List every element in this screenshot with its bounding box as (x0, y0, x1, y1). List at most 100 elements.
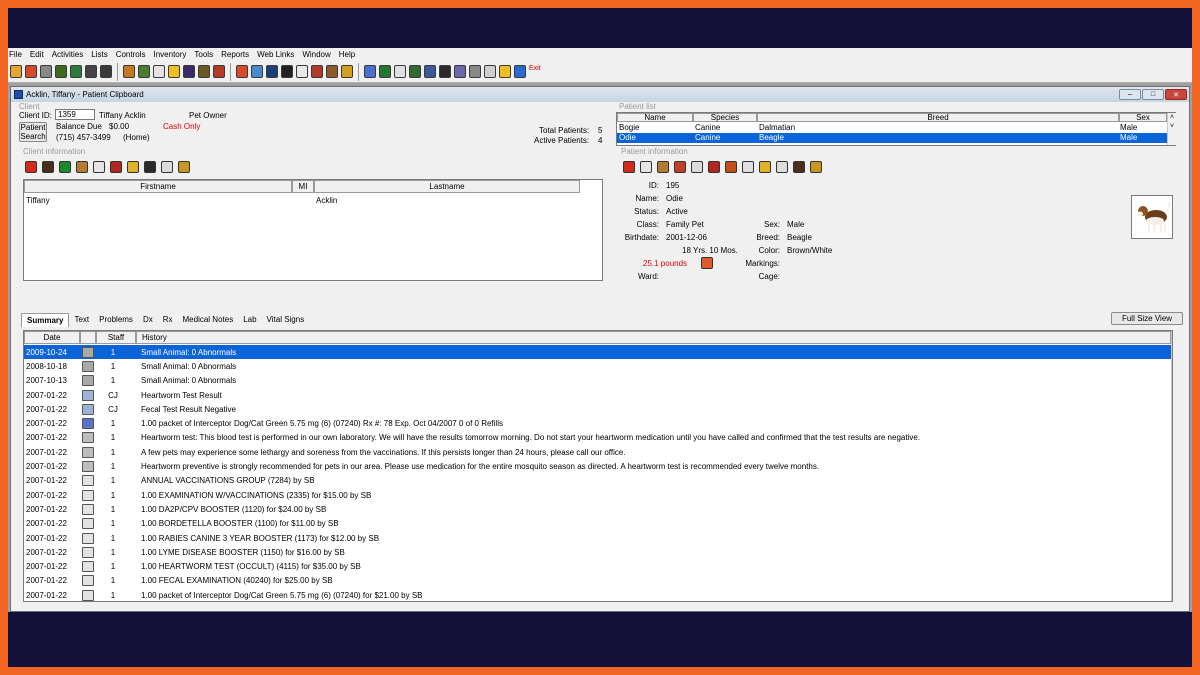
lastname-header[interactable]: Lastname (314, 180, 580, 193)
patient-list-row[interactable]: Odie Canine Beagle Male (617, 133, 1167, 143)
menu-controls[interactable]: Controls (116, 50, 146, 59)
notes-icon[interactable] (810, 161, 822, 173)
menu-reports[interactable]: Reports (221, 50, 249, 59)
name-header[interactable]: Name (617, 113, 693, 122)
patient-photo[interactable] (1131, 195, 1173, 239)
reminder-icon[interactable] (127, 161, 139, 173)
calculator-icon[interactable] (691, 161, 703, 173)
money-icon[interactable] (70, 65, 82, 78)
home-icon[interactable] (708, 161, 720, 173)
ledger-icon[interactable] (793, 161, 805, 173)
find-icon[interactable] (100, 65, 112, 78)
history-row[interactable]: 2007-01-22 1 1.00 LYME DISEASE BOOSTER (11… (24, 545, 1171, 559)
history-row[interactable]: 2007-10-13 1 Small Animal: 0 Abnormals (24, 374, 1171, 388)
species-header[interactable]: Species (693, 113, 757, 122)
history-row[interactable]: 2007-01-22 1 1.00 EXAMINATION W/VACCINATIO… (24, 488, 1171, 502)
new-icon[interactable] (10, 65, 22, 78)
menu-file[interactable]: File (9, 50, 22, 59)
stack-icon[interactable] (454, 65, 466, 78)
report-icon[interactable] (161, 161, 173, 173)
calculator-icon[interactable] (93, 161, 105, 173)
document-icon[interactable] (153, 65, 165, 78)
history-row[interactable]: 2007-01-22 1 A few pets may experience som… (24, 445, 1171, 459)
tab-problems[interactable]: Problems (94, 313, 138, 327)
glasses-icon[interactable] (281, 65, 293, 78)
tag-icon[interactable] (55, 65, 67, 78)
spreadsheet-icon[interactable] (409, 65, 421, 78)
money-icon[interactable] (59, 161, 71, 173)
mi-header[interactable]: MI (292, 180, 314, 193)
history-row[interactable]: 2007-01-22 1 1.00 BORDETELLA BOOSTER (1100… (24, 517, 1171, 531)
folder-icon[interactable] (123, 65, 135, 78)
close-button[interactable]: ✕ (1165, 89, 1187, 100)
client-lastname[interactable]: Acklin (316, 196, 337, 205)
history-row[interactable]: 2007-01-22 1 1.00 DA2P/CPV BOOSTER (1120) … (24, 502, 1171, 516)
camera-icon[interactable] (439, 65, 451, 78)
history-scrollbar[interactable] (1171, 331, 1172, 601)
tab-dx[interactable]: Dx (138, 313, 158, 327)
printer-icon[interactable] (424, 65, 436, 78)
patient-list-row[interactable]: Bogie Canine Dalmatian Male (617, 123, 1167, 133)
history-row[interactable]: 2007-01-22 1 Heartworm test: This blood te… (24, 431, 1171, 445)
search-icon[interactable] (469, 65, 481, 78)
notes-icon[interactable] (364, 65, 376, 78)
link-icon[interactable] (138, 65, 150, 78)
history-row[interactable]: 2007-01-22 1 ANNUAL VACCINATIONS GROUP (72… (24, 474, 1171, 488)
menu-lists[interactable]: Lists (91, 50, 107, 59)
help-icon[interactable] (499, 65, 511, 78)
flask-icon[interactable] (198, 65, 210, 78)
history-row[interactable]: 2007-01-22 CJ Fecal Test Result Negative (24, 402, 1171, 416)
tab-text[interactable]: Text (69, 313, 94, 327)
breed-header[interactable]: Breed (757, 113, 1119, 122)
check-icon[interactable] (236, 65, 248, 78)
menu-tools[interactable]: Tools (194, 50, 213, 59)
patient-list-scrollbar[interactable]: ˄ ˅ (1167, 113, 1176, 145)
history-header[interactable]: History (136, 331, 1171, 344)
ledger-icon[interactable] (42, 161, 54, 173)
menu-inventory[interactable]: Inventory (154, 50, 187, 59)
history-row[interactable]: 2007-01-22 1 1.00 packet of Interceptor Do… (24, 588, 1171, 601)
scissors-icon[interactable] (40, 65, 52, 78)
history-row[interactable]: 2007-01-22 CJ Heartworm Test Result (24, 388, 1171, 402)
medicine-icon[interactable] (85, 65, 97, 78)
medication-icon[interactable] (725, 161, 737, 173)
menu-help[interactable]: Help (339, 50, 355, 59)
history-row[interactable]: 2007-01-22 1 Heartworm preventive is stron… (24, 459, 1171, 473)
trophy-icon[interactable] (341, 65, 353, 78)
book-icon[interactable] (266, 65, 278, 78)
client-firstname[interactable]: Tiffany (26, 196, 50, 205)
document-icon[interactable] (742, 161, 754, 173)
reminder-icon[interactable] (759, 161, 771, 173)
alert-icon[interactable] (25, 161, 37, 173)
maximize-button[interactable]: □ (1142, 89, 1164, 100)
menu-web-links[interactable]: Web Links (257, 50, 294, 59)
lab-icon[interactable] (674, 161, 686, 173)
type-header[interactable] (80, 331, 96, 344)
tab-lab[interactable]: Lab (238, 313, 261, 327)
firstname-header[interactable]: Firstname (24, 180, 292, 193)
globe-icon[interactable] (514, 65, 526, 78)
full-size-view-button[interactable]: Full Size View (1111, 312, 1183, 325)
tab-vital-signs[interactable]: Vital Signs (262, 313, 310, 327)
home-icon[interactable] (110, 161, 122, 173)
bag-icon[interactable] (183, 65, 195, 78)
tab-summary[interactable]: Summary (21, 313, 70, 327)
history-icon[interactable] (144, 161, 156, 173)
history-row[interactable]: 2007-01-22 1 1.00 packet of Interceptor Do… (24, 417, 1171, 431)
menu-edit[interactable]: Edit (30, 50, 44, 59)
history-row[interactable]: 2008-10-18 1 Small Animal: 0 Abnormals (24, 359, 1171, 373)
patient-search-button[interactable]: Patient Search (19, 122, 47, 142)
tab-rx[interactable]: Rx (158, 313, 178, 327)
patient-alert-icon[interactable] (623, 161, 635, 173)
staff-header[interactable]: Staff (96, 331, 136, 344)
sex-header[interactable]: Sex (1119, 113, 1167, 122)
report-icon[interactable] (379, 65, 391, 78)
image-icon[interactable] (251, 65, 263, 78)
list-icon[interactable] (484, 65, 496, 78)
weight-chart-icon[interactable] (701, 257, 713, 269)
home-icon[interactable] (326, 65, 338, 78)
history-row[interactable]: 2007-01-22 1 1.00 HEARTWORM TEST (OCCULT) … (24, 560, 1171, 574)
edit-icon[interactable] (213, 65, 225, 78)
history-row[interactable]: 2007-01-22 1 1.00 RABIES CANINE 3 YEAR BOO… (24, 531, 1171, 545)
cards-icon[interactable] (76, 161, 88, 173)
